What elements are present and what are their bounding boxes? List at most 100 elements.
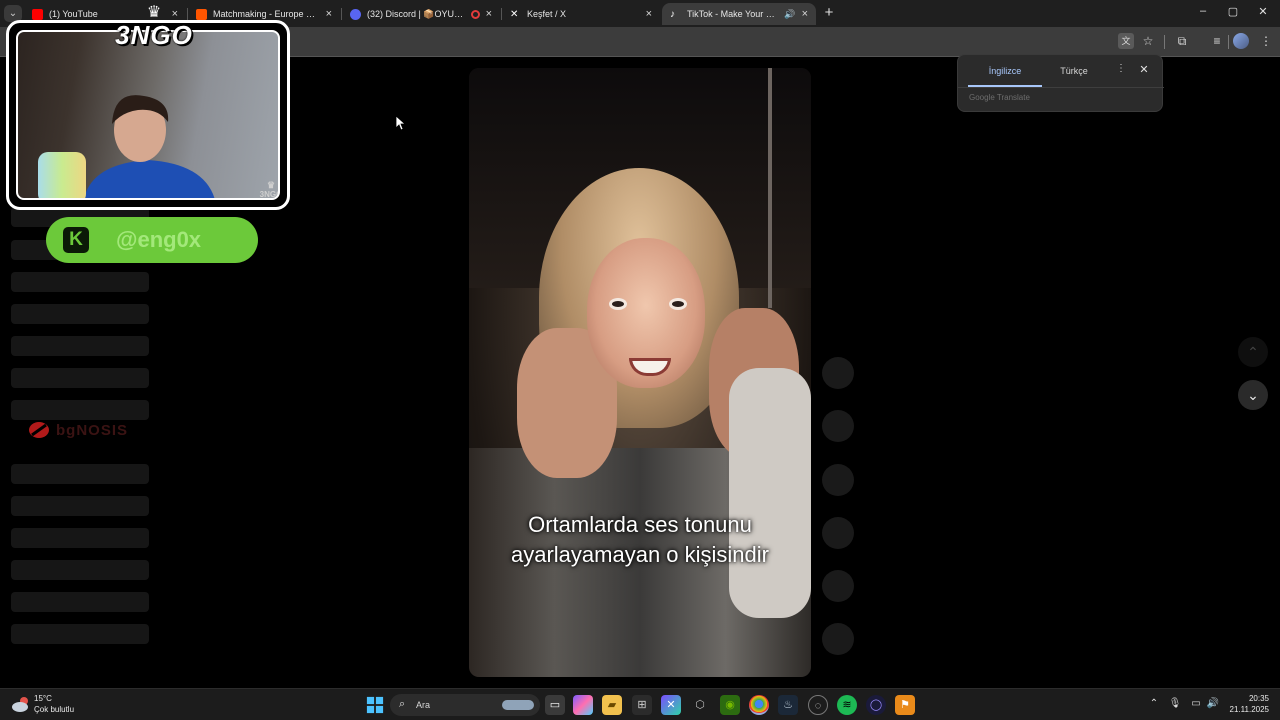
video-eye-right: [669, 298, 687, 310]
streamer-logo-text: 3NGO: [115, 20, 193, 50]
show-hidden-icons[interactable]: ⌃: [1147, 698, 1161, 709]
weather-description[interactable]: Çok bulutlu: [34, 705, 74, 714]
translate-icon[interactable]: 文: [1118, 33, 1134, 49]
extensions-icon[interactable]: ⧉: [1174, 33, 1190, 49]
windows-start-icon[interactable]: [365, 695, 385, 715]
tab-close-button[interactable]: ×: [326, 8, 332, 20]
video-caption: Ortamlarda ses tonunu ayarlayamayan o ki…: [469, 510, 811, 570]
new-tab-button[interactable]: +: [822, 5, 836, 22]
toolbar-divider: [1164, 35, 1165, 49]
youtube-icon: [32, 8, 43, 20]
screen: ⌄ (1) YouTube × Matchmaking - Europe 5v5…: [0, 0, 1280, 720]
crown-icon: ♛: [146, 4, 162, 21]
music-disc-button[interactable]: [822, 623, 854, 655]
translate-brand-label: Google Translate: [969, 93, 1030, 102]
microsoft-store-icon[interactable]: ⊞: [632, 695, 652, 715]
tiktok-icon: ♪: [670, 8, 675, 20]
search-highlight-image: [502, 700, 534, 710]
desk-lamp-image: [38, 152, 86, 198]
browser-menu-icon[interactable]: ⋮: [1258, 33, 1274, 49]
search-icon: ⌕: [399, 698, 406, 710]
tab-title: (32) Discord | 📦OYUN📦: [367, 8, 467, 19]
task-view-icon[interactable]: ▭: [545, 695, 565, 715]
toolbar-divider: [1228, 35, 1229, 49]
like-button[interactable]: [822, 410, 854, 442]
mouse-cursor-icon: [396, 116, 406, 130]
sidebar-placeholder: [11, 496, 149, 516]
sidebar-placeholder: [11, 272, 149, 292]
microphone-icon[interactable]: 🎙: [1168, 698, 1182, 709]
sidebar-placeholder: [11, 592, 149, 612]
video-caption-line: ayarlayamayan o kişisindir: [511, 542, 769, 567]
kick-handle-text: @eng0x: [116, 227, 202, 252]
tab-close-button[interactable]: ×: [486, 8, 492, 20]
x-icon: ✕: [510, 8, 519, 20]
sidebar-sponsor-logo: bgNOSIS: [28, 420, 148, 440]
maximize-button[interactable]: ▢: [1226, 5, 1240, 18]
game-app-icon[interactable]: ⚑: [895, 695, 915, 715]
webcam-overlay: ♛ 3NGO ♛ 3NGO: [6, 5, 290, 210]
sponsor-logo-icon: [29, 422, 49, 438]
app-icon[interactable]: ◌: [808, 695, 828, 715]
copilot-icon[interactable]: [573, 695, 593, 715]
tab-title: TikTok - Make Your Day: [687, 9, 781, 19]
speaker-icon[interactable]: 🔊: [784, 9, 795, 20]
taskbar-search-label: Ara: [416, 700, 431, 710]
translate-tab-source[interactable]: İngilizce: [968, 63, 1042, 87]
next-video-button[interactable]: ⌄: [1238, 380, 1268, 410]
chrome-icon[interactable]: [749, 695, 769, 715]
discord-icon: [350, 8, 361, 20]
avatar-button[interactable]: [822, 357, 854, 389]
tab-discord[interactable]: (32) Discord | 📦OYUN📦 ×: [342, 3, 500, 25]
app-icon[interactable]: ⬡: [690, 695, 710, 715]
file-explorer-icon[interactable]: ▰: [602, 695, 622, 715]
bookmark-star-icon[interactable]: ☆: [1140, 33, 1156, 49]
share-button[interactable]: [822, 570, 854, 602]
webcam-feed: ♛ 3NGO: [16, 30, 280, 200]
tab-title: Matchmaking - Europe 5v5 Qu: [213, 9, 320, 19]
close-window-button[interactable]: ✕: [1256, 5, 1270, 18]
comment-button[interactable]: [822, 464, 854, 496]
streamer-figure: [84, 95, 215, 198]
tab-close-button[interactable]: ×: [646, 8, 652, 20]
media-controls-icon[interactable]: ≡: [1209, 33, 1225, 49]
weather-temperature[interactable]: 15°C: [34, 694, 52, 703]
video-caption-line: Ortamlarda ses tonunu: [528, 512, 752, 537]
tab-tiktok[interactable]: ♪ TikTok - Make Your Day 🔊 ×: [662, 3, 816, 25]
sidebar-placeholder: [11, 464, 149, 484]
tab-title: Keşfet / X: [527, 9, 567, 19]
spotify-icon[interactable]: ≋: [837, 695, 857, 715]
app-icon[interactable]: ✕: [661, 695, 681, 715]
tab-x[interactable]: ✕ Keşfet / X ×: [502, 3, 660, 25]
windows-taskbar: 15°C Çok bulutlu ⌕ Ara ▭ ▰ ⊞ ✕ ⬡ ◉ ♨ ◌ ≋…: [0, 688, 1280, 720]
volume-icon[interactable]: 🔊: [1206, 698, 1220, 709]
translate-divider: [958, 87, 1164, 88]
taskbar-time[interactable]: 20:35: [1229, 694, 1269, 703]
sidebar-placeholder: [11, 336, 149, 356]
translate-options-button[interactable]: ⋮: [1116, 63, 1126, 74]
translate-tab-target[interactable]: Türkçe: [1046, 63, 1102, 87]
minimize-button[interactable]: –: [1196, 5, 1210, 17]
video-sleeve: [729, 368, 811, 618]
taskbar-search-box[interactable]: ⌕ Ara: [390, 694, 540, 716]
sponsor-logo-text: bgNOSIS: [56, 421, 129, 439]
weather-cloud-icon[interactable]: [12, 695, 30, 713]
network-icon[interactable]: ▭: [1189, 698, 1203, 709]
recording-icon: [470, 9, 480, 19]
streamer-logo: ♛ 3NGO: [109, 5, 199, 51]
translate-close-button[interactable]: ✕: [1138, 63, 1150, 76]
webcam-watermark: ♛ 3NGO: [259, 180, 278, 199]
app-icon[interactable]: ◯: [866, 695, 886, 715]
sidebar-placeholder: [11, 624, 149, 644]
profile-avatar[interactable]: [1233, 33, 1249, 49]
nvidia-icon[interactable]: ◉: [720, 695, 740, 715]
previous-video-button[interactable]: ⌃: [1238, 337, 1268, 367]
tiktok-video-player[interactable]: Ortamlarda ses tonunu ayarlayamayan o ki…: [469, 68, 811, 677]
sidebar-placeholder: [11, 560, 149, 580]
bookmark-button[interactable]: [822, 517, 854, 549]
taskbar-date[interactable]: 21.11.2025: [1219, 705, 1269, 714]
sidebar-placeholder: [11, 400, 149, 420]
tab-close-button[interactable]: ×: [802, 8, 808, 20]
steam-icon[interactable]: ♨: [778, 695, 798, 715]
translate-popup: İngilizce Türkçe ⋮ ✕ Google Translate: [957, 54, 1164, 112]
